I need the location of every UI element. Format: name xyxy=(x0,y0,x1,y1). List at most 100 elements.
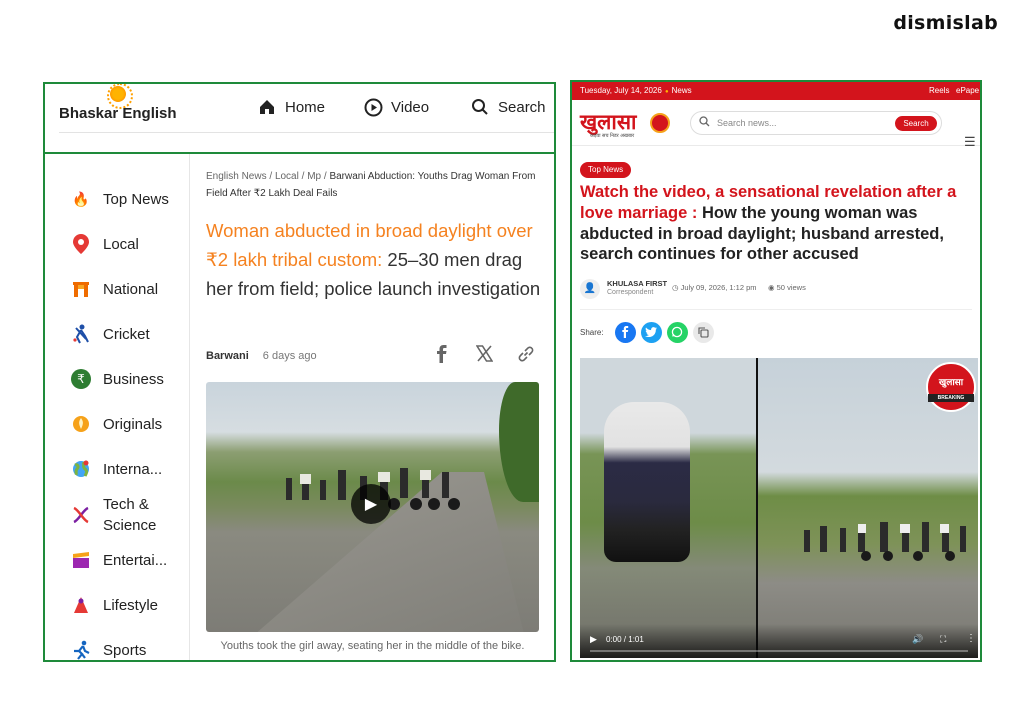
cricket-icon xyxy=(71,324,91,344)
top-bar: Tuesday, July 14, 2026 News Reels ePape xyxy=(572,82,980,100)
runner-icon xyxy=(71,640,91,660)
article-video[interactable]: खुलासा BREAKING ▶ 0:00 / 1:01 🔊 ⛶ ⋮ xyxy=(580,358,978,658)
play-circle-icon xyxy=(363,97,383,117)
video-caption: Youths took the girl away, seating her i… xyxy=(220,640,525,652)
nav-home-label: Home xyxy=(285,98,326,116)
breaking-badge: खुलासा BREAKING xyxy=(926,362,976,412)
author-name[interactable]: Barwani xyxy=(206,350,249,362)
badge-breaking-text: BREAKING xyxy=(928,394,974,402)
sidebar-item-sports[interactable]: Sports xyxy=(71,640,146,660)
author-role: Correspondent xyxy=(607,289,654,296)
play-icon[interactable]: ▶ xyxy=(590,634,597,645)
video-progress-bar[interactable] xyxy=(590,650,968,652)
video-frame-tree xyxy=(499,382,539,502)
whatsapp-icon[interactable] xyxy=(666,321,688,343)
video-frame-bike-riders xyxy=(604,402,690,562)
sidebar-item-label: Sports xyxy=(103,641,147,659)
sidebar-item-label: Local xyxy=(103,235,139,253)
topbar-date: Tuesday, July 14, 2026 xyxy=(580,86,662,95)
category-tag[interactable]: Top News xyxy=(580,162,632,178)
sidebar-item-top-news[interactable]: 🔥 Top News xyxy=(71,189,169,209)
nav-video[interactable]: Video xyxy=(363,94,429,120)
rupee-icon: ₹ xyxy=(71,369,91,389)
link-icon[interactable] xyxy=(516,345,536,368)
sidebar-item-label: Top News xyxy=(103,190,169,208)
video-controls: ▶ 0:00 / 1:01 🔊 ⛶ ⋮ xyxy=(580,624,978,658)
breadcrumb-item[interactable]: Local xyxy=(275,171,299,182)
x-icon[interactable] xyxy=(474,345,494,368)
sidebar-item-label: Originals xyxy=(103,415,163,433)
share-row: Share: xyxy=(580,321,714,343)
more-options-icon[interactable]: ⋮ xyxy=(966,633,976,644)
logo-tagline: कड़वा सच निडर अखबार xyxy=(590,133,635,139)
eye-icon: ◉ xyxy=(768,283,775,292)
search-input[interactable]: Search news... xyxy=(717,118,777,128)
sidebar-item-lifestyle[interactable]: Lifestyle xyxy=(71,595,158,615)
logo-badge-icon xyxy=(650,113,670,133)
dna-icon xyxy=(71,505,91,525)
home-icon xyxy=(257,97,277,117)
topbar-news-link[interactable]: News xyxy=(665,86,692,95)
fire-icon: 🔥 xyxy=(72,190,90,207)
sidebar-item-business[interactable]: ₹ Business xyxy=(71,369,164,389)
location-pin-icon xyxy=(71,234,91,254)
article-main: English News / Local / Mp / Barwani Abdu… xyxy=(206,154,541,660)
share-label: Share: xyxy=(580,327,604,337)
sidebar-item-label: Lifestyle xyxy=(103,596,159,614)
sidebar-item-tech-science[interactable]: Tech & Science xyxy=(71,494,157,536)
facebook-icon[interactable] xyxy=(432,345,452,368)
sidebar-item-cricket[interactable]: Cricket xyxy=(71,324,150,344)
khulasa-logo[interactable]: खुलासा xyxy=(580,108,637,136)
article-headline: Woman abducted in broad daylight over ₹2… xyxy=(206,216,541,303)
breadcrumb-item[interactable]: English News xyxy=(206,171,267,182)
sidebar-item-label: Tech & Science xyxy=(103,496,157,534)
video-frame-crowd xyxy=(804,522,966,561)
nav-home[interactable]: Home xyxy=(257,94,325,120)
badge-logo-text: खुलासा xyxy=(938,377,964,387)
video-play-button[interactable]: ▶ xyxy=(351,484,391,524)
bhaskar-logo[interactable]: Bhaskar English xyxy=(59,105,177,122)
sidebar-item-originals[interactable]: Originals xyxy=(71,414,162,434)
sun-logo-icon xyxy=(107,84,133,109)
clapperboard-icon xyxy=(71,550,91,570)
sidebar-item-entertainment[interactable]: Entertai... xyxy=(71,550,167,570)
sidebar-item-national[interactable]: National xyxy=(71,279,158,299)
category-sidebar: 🔥 Top News Local National Cricket ₹ Busi… xyxy=(45,154,190,660)
article-byline: 👤 KHULASA FIRST Correspondent ◷ July 09,… xyxy=(580,277,972,305)
publish-date: ◷ July 09, 2026, 1:12 pm xyxy=(672,283,757,292)
search-bar[interactable]: Search news... Search xyxy=(690,111,942,135)
screenshot-page: dismislab Bhaskar English Home Video Sea… xyxy=(0,0,1024,713)
lifestyle-icon xyxy=(71,595,91,615)
twitter-icon[interactable] xyxy=(640,321,662,343)
nav-search[interactable]: Search xyxy=(470,94,546,120)
fullscreen-icon[interactable]: ⛶ xyxy=(940,634,946,645)
video-time: 0:00 / 1:01 xyxy=(606,635,644,644)
sidebar-item-label: National xyxy=(103,280,159,298)
breadcrumb-item[interactable]: Mp xyxy=(307,171,321,182)
volume-icon[interactable]: 🔊 xyxy=(912,634,923,645)
article-headline: Watch the video, a sensational revelatio… xyxy=(580,182,980,265)
topbar-reels-link[interactable]: Reels xyxy=(929,86,949,95)
nav-video-label: Video xyxy=(391,98,430,116)
sidebar-item-international[interactable]: Interna... xyxy=(71,459,162,479)
copy-icon[interactable] xyxy=(692,321,714,343)
sidebar-item-label: Cricket xyxy=(103,325,150,343)
sidebar-item-label: Entertai... xyxy=(103,551,168,569)
search-icon xyxy=(470,97,490,117)
brand-logo: dismislab xyxy=(893,12,998,34)
author-name[interactable]: KHULASA FIRST xyxy=(607,279,667,288)
header-divider xyxy=(59,132,554,133)
topbar-epaper-link[interactable]: ePape xyxy=(956,86,979,95)
breadcrumb: English News / Local / Mp / Barwani Abdu… xyxy=(206,171,536,199)
search-button[interactable]: Search xyxy=(895,116,937,131)
clock-icon: ◷ xyxy=(672,283,679,292)
article-video[interactable]: ▶ xyxy=(206,382,539,632)
khulasa-panel: Tuesday, July 14, 2026 News Reels ePape … xyxy=(570,80,982,662)
sidebar-item-local[interactable]: Local xyxy=(71,234,139,254)
sidebar-item-label: Interna... xyxy=(103,460,163,478)
nav-search-label: Search xyxy=(498,98,546,116)
hamburger-menu-icon[interactable]: ☰ xyxy=(964,134,976,150)
search-icon xyxy=(699,116,710,130)
india-gate-icon xyxy=(71,279,91,299)
facebook-icon[interactable] xyxy=(614,321,636,343)
